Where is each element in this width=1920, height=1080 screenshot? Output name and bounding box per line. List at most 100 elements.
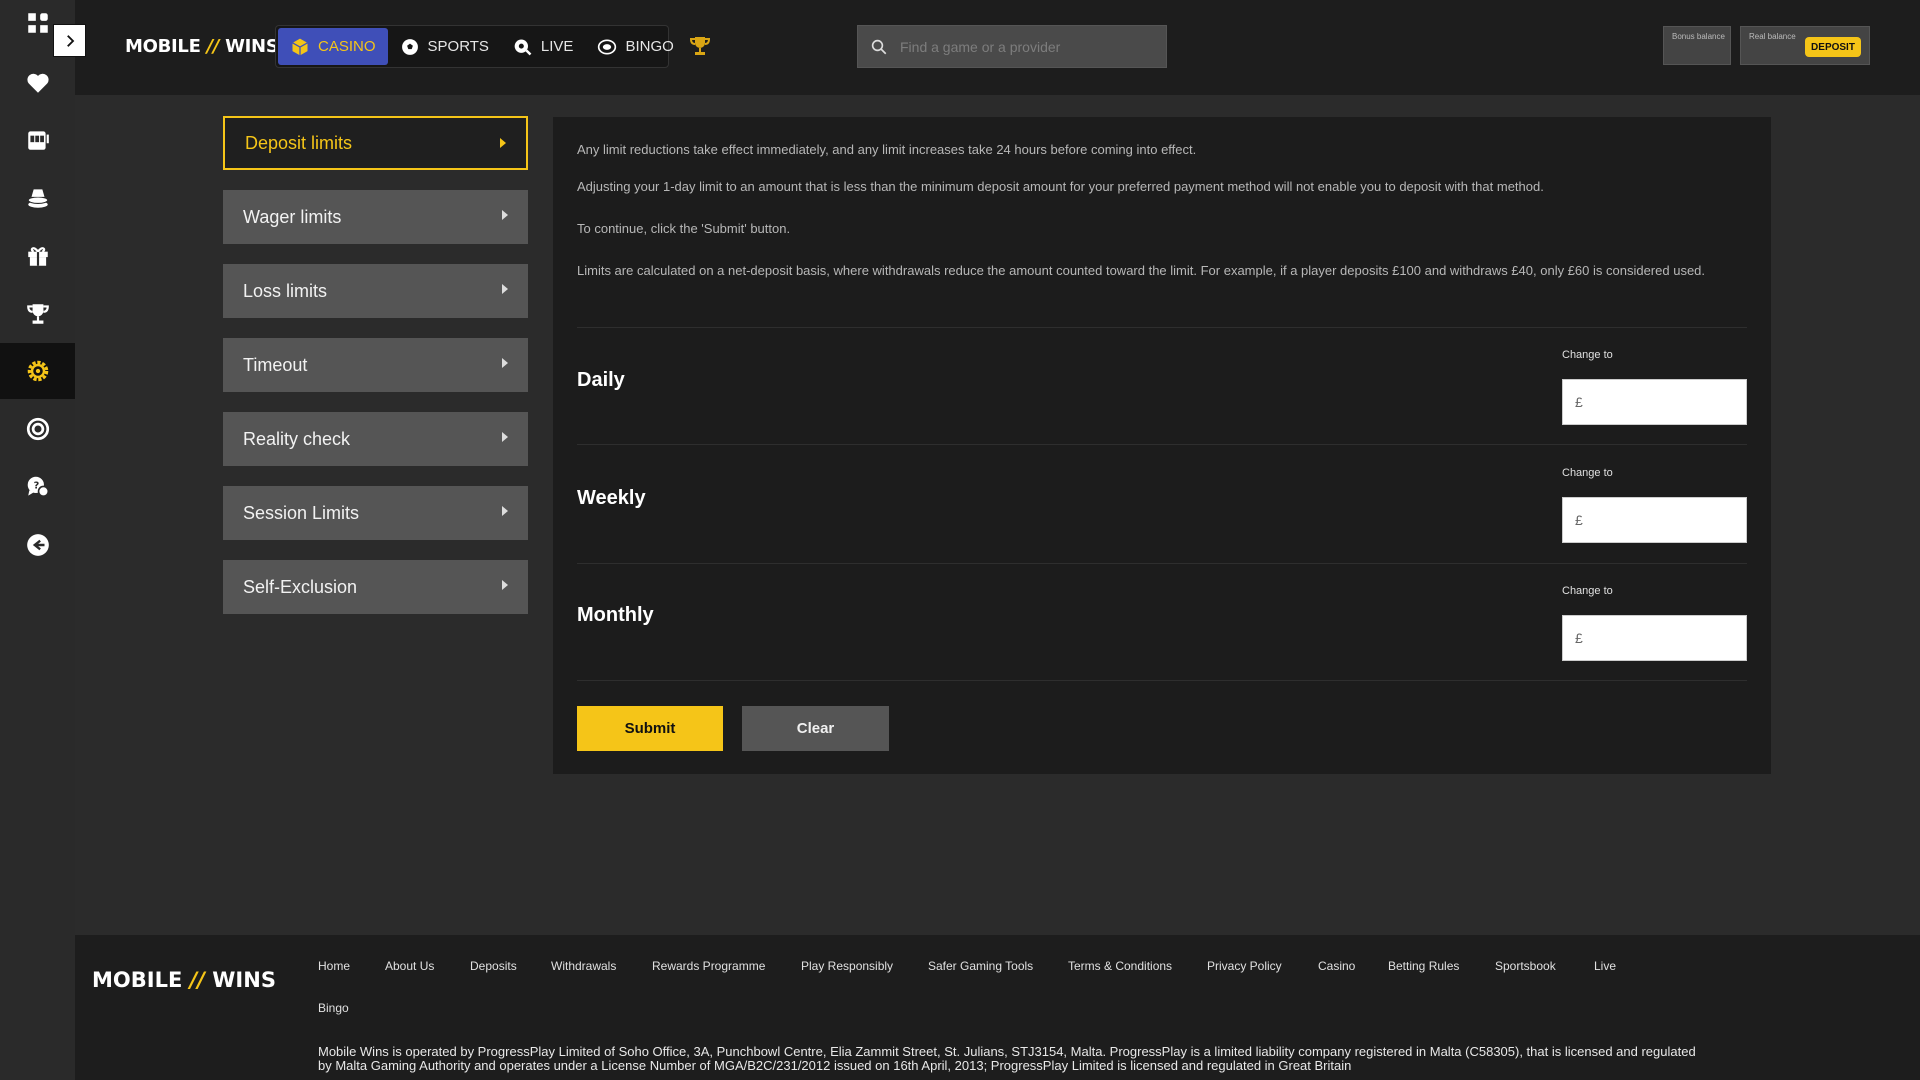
- product-tabs: CASINO SPORTS LIVE BINGO: [275, 25, 674, 68]
- divider: [577, 327, 1747, 328]
- logo-text-end: WINS: [225, 36, 279, 57]
- footer-link-play-responsibly[interactable]: Play Responsibly: [801, 959, 893, 973]
- menu-item-label: Wager limits: [243, 206, 342, 227]
- caret-right-icon: [502, 432, 508, 442]
- gift-icon[interactable]: [0, 228, 75, 284]
- monthly-limit-input[interactable]: [1588, 630, 1729, 646]
- tournaments-trophy-icon[interactable]: [688, 34, 712, 58]
- daily-change-label: Change to: [1562, 349, 1613, 361]
- weekly-limit-field[interactable]: £: [1562, 497, 1747, 543]
- menu-item-loss-limits[interactable]: Loss limits: [223, 264, 528, 318]
- bingo-ball-icon: [598, 39, 617, 54]
- footer-logo-main: MOBILE: [92, 968, 183, 992]
- real-balance-box: Real balance DEPOSIT: [1740, 26, 1870, 65]
- logout-icon[interactable]: [0, 517, 75, 573]
- tab-casino-label: CASINO: [318, 38, 376, 55]
- caret-right-icon: [502, 210, 508, 220]
- chevron-right-icon: [66, 34, 74, 47]
- trophy-icon[interactable]: [0, 286, 75, 342]
- info-text-net-deposit: Limits are calculated on a net-deposit b…: [577, 263, 1706, 278]
- menu-item-label: Reality check: [243, 428, 351, 449]
- settings-icon[interactable]: [0, 343, 75, 399]
- menu-item-label: Deposit limits: [245, 132, 353, 153]
- weekly-label: Weekly: [577, 487, 646, 509]
- support-chat-icon[interactable]: ?: [0, 459, 75, 515]
- bonus-balance-box[interactable]: Bonus balance: [1663, 26, 1731, 65]
- menu-item-label: Loss limits: [243, 280, 328, 301]
- menu-item-session-limits[interactable]: Session Limits: [223, 486, 528, 540]
- caret-right-icon: [502, 358, 508, 368]
- search-icon: [871, 39, 887, 54]
- menu-item-label: Timeout: [243, 354, 308, 375]
- footer-link-withdrawals[interactable]: Withdrawals: [551, 959, 616, 973]
- divider: [577, 444, 1747, 445]
- left-rail: ?: [0, 0, 75, 1080]
- menu-item-self-exclusion[interactable]: Self-Exclusion: [223, 560, 528, 614]
- monthly-limit-field[interactable]: £: [1562, 615, 1747, 661]
- monthly-change-label: Change to: [1562, 585, 1613, 597]
- tab-sports[interactable]: SPORTS: [388, 28, 501, 65]
- search-input[interactable]: [900, 38, 1150, 55]
- menu-item-wager-limits[interactable]: Wager limits: [223, 190, 528, 244]
- currency-symbol: £: [1575, 630, 1583, 646]
- footer-link-casino[interactable]: Casino: [1318, 959, 1355, 973]
- info-text-one-day-limit: Adjusting your 1-day limit to an amount …: [577, 179, 1544, 194]
- menu-item-label: Session Limits: [243, 502, 360, 523]
- caret-right-icon: [502, 580, 508, 590]
- info-text-continue: To continue, click the 'Submit' button.: [577, 221, 791, 236]
- slot-machine-icon[interactable]: [0, 112, 75, 168]
- daily-limit-input[interactable]: [1588, 394, 1729, 410]
- menu-item-reality-check[interactable]: Reality check: [223, 412, 528, 466]
- heart-icon[interactable]: [0, 55, 75, 111]
- footer-link-terms[interactable]: Terms & Conditions: [1068, 959, 1172, 973]
- casino-icon: [292, 38, 308, 55]
- tab-bingo-label: BINGO: [625, 38, 674, 55]
- divider: [577, 680, 1747, 681]
- footer-link-privacy[interactable]: Privacy Policy: [1207, 959, 1282, 973]
- weekly-limit-input[interactable]: [1588, 512, 1729, 528]
- footer-link-deposits[interactable]: Deposits: [470, 959, 517, 973]
- footer-link-home[interactable]: Home: [318, 959, 350, 973]
- currency-symbol: £: [1575, 394, 1583, 410]
- weekly-change-label: Change to: [1562, 467, 1613, 479]
- expand-sidebar-button[interactable]: [53, 24, 86, 57]
- tab-live[interactable]: LIVE: [501, 28, 586, 65]
- footer-link-live[interactable]: Live: [1594, 959, 1616, 973]
- footer-logo[interactable]: MOBILE // WINS: [92, 968, 276, 992]
- footer-legal-text: Mobile Wins is operated by ProgressPlay …: [318, 1044, 1696, 1073]
- real-balance-label: Real balance: [1749, 32, 1796, 41]
- caret-right-icon: [502, 284, 508, 294]
- brand-logo[interactable]: MOBILE // WINS: [125, 36, 279, 57]
- poker-chips-icon[interactable]: [0, 170, 75, 226]
- site-footer: MOBILE // WINS Home About Us Deposits Wi…: [75, 935, 1920, 1080]
- currency-symbol: £: [1575, 512, 1583, 528]
- deposit-limits-panel: Any limit reductions take effect immedia…: [553, 117, 1771, 774]
- footer-logo-slash: //: [189, 968, 205, 992]
- menu-item-timeout[interactable]: Timeout: [223, 338, 528, 392]
- lifebuoy-icon[interactable]: [0, 401, 75, 457]
- live-chip-icon: [514, 39, 532, 55]
- caret-right-icon: [500, 138, 506, 148]
- footer-link-safer-gaming[interactable]: Safer Gaming Tools: [928, 959, 1033, 973]
- deposit-button[interactable]: DEPOSIT: [1805, 37, 1861, 57]
- footer-link-betting-rules[interactable]: Betting Rules: [1388, 959, 1459, 973]
- footer-link-about-us[interactable]: About Us: [385, 959, 434, 973]
- menu-item-deposit-limits[interactable]: Deposit limits: [223, 116, 528, 170]
- svg-text:?: ?: [33, 481, 39, 492]
- footer-logo-end: WINS: [212, 968, 276, 992]
- footer-link-rewards[interactable]: Rewards Programme: [652, 959, 765, 973]
- top-header: MOBILE // WINS CASINO SPORTS LIVE BINGO …: [75, 0, 1920, 95]
- clear-button[interactable]: Clear: [742, 706, 889, 751]
- logo-text-main: MOBILE: [125, 36, 201, 57]
- daily-limit-field[interactable]: £: [1562, 379, 1747, 425]
- footer-link-bingo[interactable]: Bingo: [318, 1001, 349, 1015]
- submit-button[interactable]: Submit: [577, 706, 723, 751]
- tab-live-label: LIVE: [540, 38, 574, 55]
- game-search[interactable]: [857, 25, 1167, 68]
- tab-sports-label: SPORTS: [427, 38, 489, 55]
- tab-casino[interactable]: CASINO: [278, 28, 388, 65]
- logo-slash: //: [206, 36, 220, 57]
- soccer-ball-icon: [401, 38, 418, 55]
- tab-bingo[interactable]: BINGO: [585, 28, 685, 65]
- footer-link-sportsbook[interactable]: Sportsbook: [1495, 959, 1556, 973]
